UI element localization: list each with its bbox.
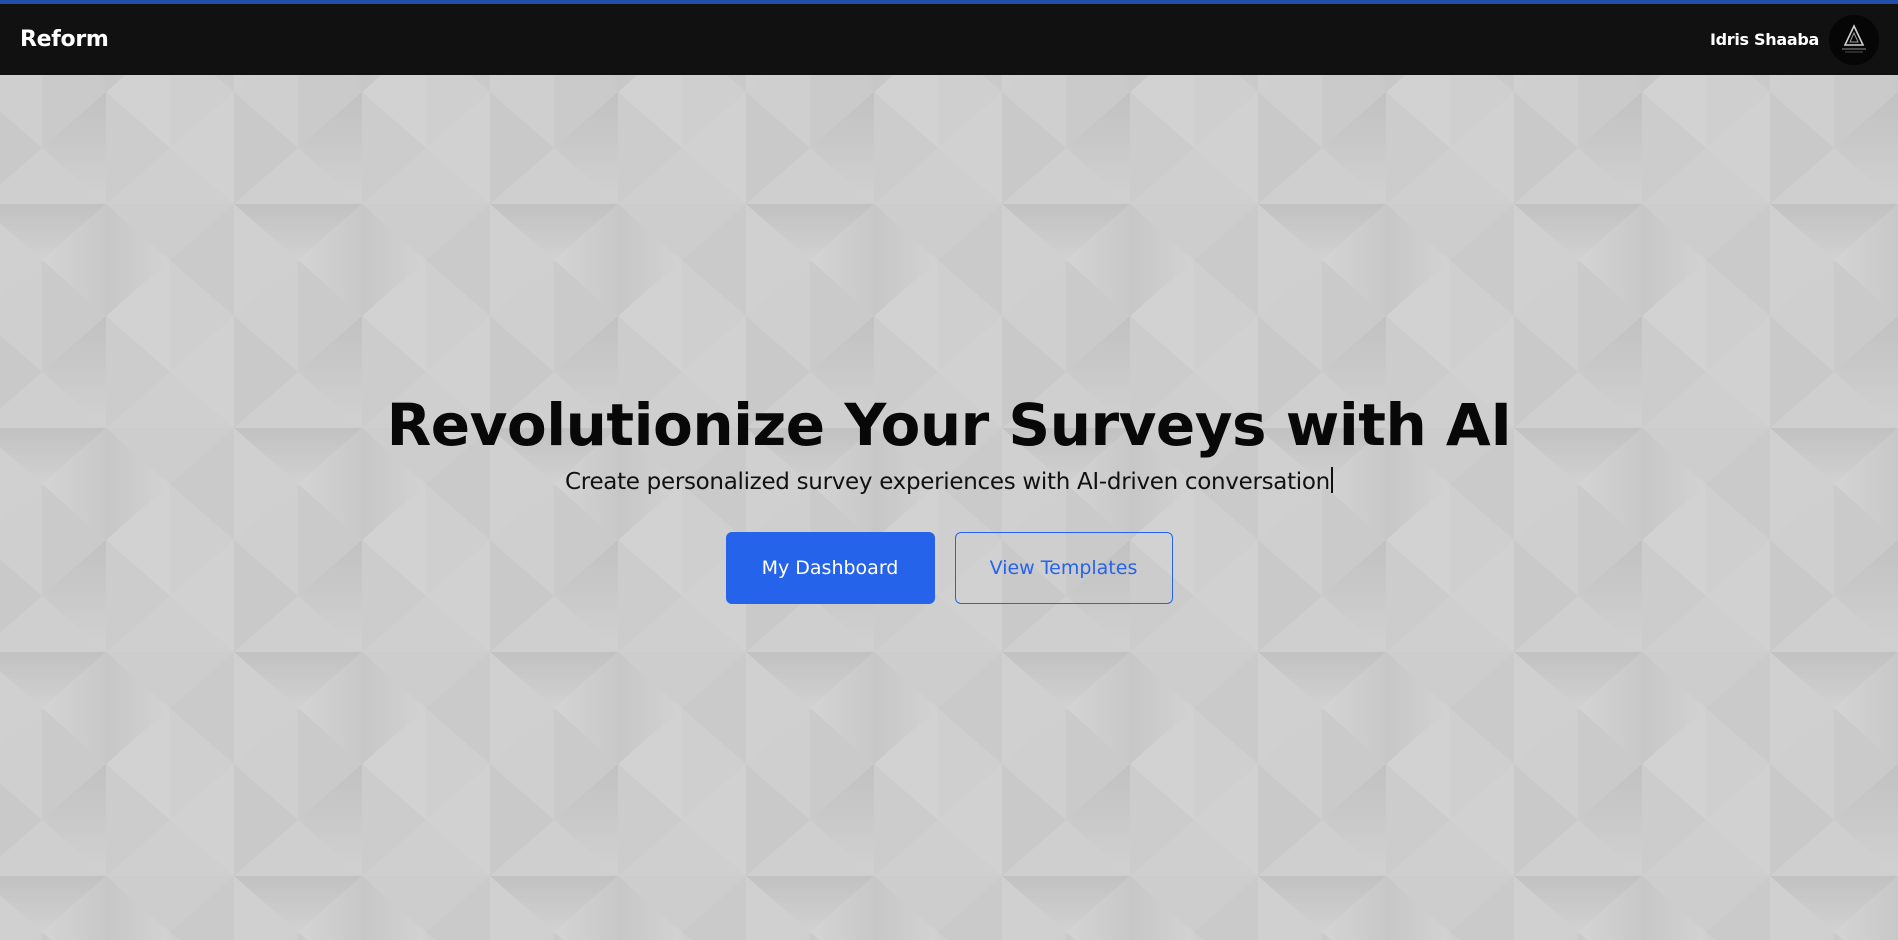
typing-cursor — [1330, 466, 1333, 493]
user-name: Idris Shaaba — [1709, 30, 1819, 49]
page: Reform Idris Shaaba Revolutionize Your S… — [0, 0, 1898, 940]
hero-section: Revolutionize Your Surveys with AI Creat… — [0, 75, 1898, 940]
user-menu[interactable]: Idris Shaaba — [1709, 14, 1879, 65]
hero-subtitle: Create personalized survey experiences w… — [565, 466, 1333, 495]
avatar-emblem-icon — [1829, 14, 1879, 65]
navbar: Reform Idris Shaaba — [0, 4, 1898, 75]
avatar[interactable] — [1829, 14, 1879, 65]
view-templates-button[interactable]: View Templates — [954, 531, 1173, 604]
hero-subtitle-text: Create personalized survey experiences w… — [565, 468, 1330, 495]
brand-logo-link[interactable]: Reform — [20, 27, 109, 52]
hero-actions: My Dashboard View Templates — [725, 531, 1173, 604]
my-dashboard-button[interactable]: My Dashboard — [725, 531, 935, 604]
hero-title: Revolutionize Your Surveys with AI — [386, 391, 1512, 459]
